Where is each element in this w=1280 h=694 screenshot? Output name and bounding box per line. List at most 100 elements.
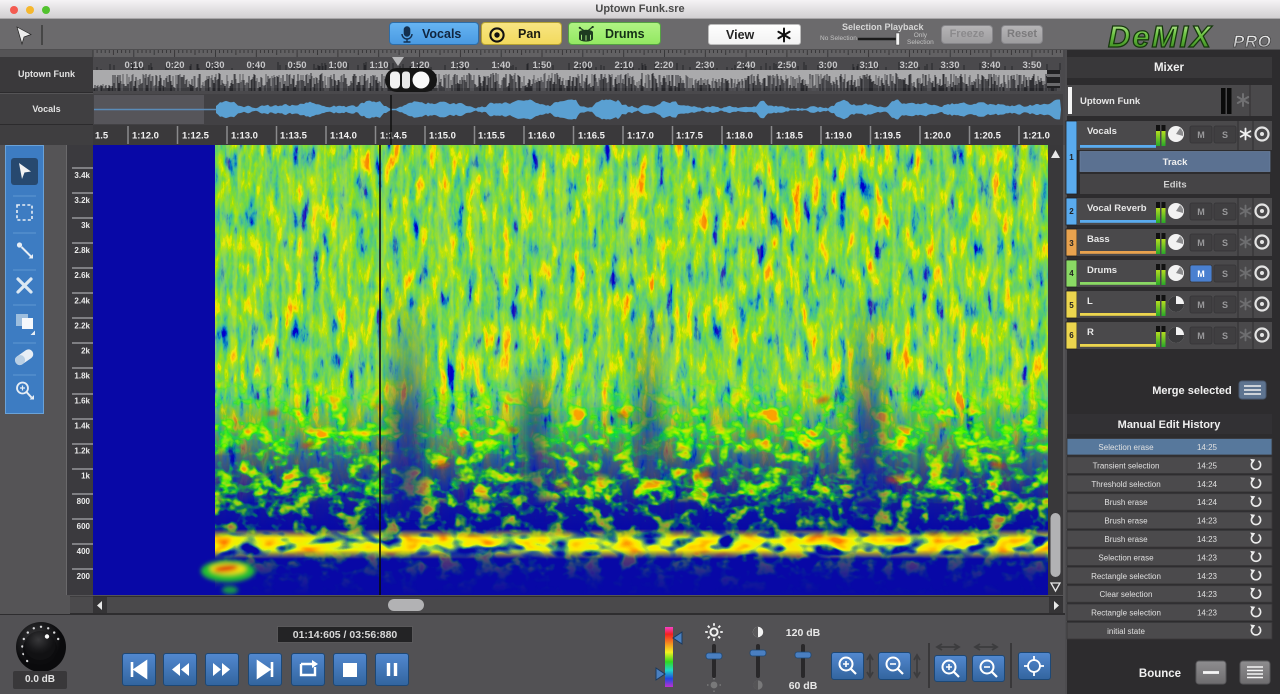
svg-text:1:17.5: 1:17.5	[676, 131, 704, 142]
svg-text:400: 400	[77, 547, 91, 556]
svg-text:3:40: 3:40	[981, 60, 1000, 71]
svg-text:600: 600	[77, 522, 91, 531]
svg-text:1:13.0: 1:13.0	[231, 131, 258, 142]
svg-text:Track: Track	[1163, 157, 1189, 168]
svg-text:14:23: 14:23	[1197, 553, 1218, 562]
svg-text:5: 5	[1069, 301, 1074, 310]
svg-text:14:24: 14:24	[1197, 498, 1218, 507]
svg-text:3:00: 3:00	[818, 60, 837, 71]
svg-text:M: M	[1197, 238, 1205, 248]
svg-text:Selection erase: Selection erase	[1098, 443, 1154, 452]
svg-text:Vocals: Vocals	[1087, 126, 1117, 137]
svg-text:M: M	[1197, 331, 1205, 341]
svg-text:0:20: 0:20	[165, 60, 184, 71]
svg-text:1:20.5: 1:20.5	[974, 131, 1002, 142]
svg-text:3:10: 3:10	[859, 60, 878, 71]
svg-text:2.4k: 2.4k	[74, 296, 90, 305]
svg-text:1.4k: 1.4k	[74, 422, 90, 431]
svg-text:1:10: 1:10	[369, 60, 388, 71]
svg-text:1:15.5: 1:15.5	[478, 131, 506, 142]
svg-text:3:20: 3:20	[899, 60, 918, 71]
svg-text:3.4k: 3.4k	[74, 171, 90, 180]
svg-text:2:50: 2:50	[777, 60, 796, 71]
svg-text:3:50: 3:50	[1022, 60, 1041, 71]
svg-text:1:17.0: 1:17.0	[627, 131, 654, 142]
svg-text:2:00: 2:00	[573, 60, 592, 71]
svg-text:2.8k: 2.8k	[74, 246, 90, 255]
svg-text:14:25: 14:25	[1197, 461, 1218, 470]
svg-text:1.2k: 1.2k	[74, 447, 90, 456]
svg-text:Clear selection: Clear selection	[1100, 590, 1153, 599]
svg-text:1:50: 1:50	[532, 60, 551, 71]
svg-text:L: L	[1087, 296, 1093, 307]
svg-text:60 dB: 60 dB	[789, 680, 818, 692]
svg-text:1:15.0: 1:15.0	[429, 131, 456, 142]
svg-text:initial state: initial state	[1107, 627, 1145, 636]
svg-text:1:13.5: 1:13.5	[280, 131, 308, 142]
svg-text:1:40: 1:40	[491, 60, 510, 71]
svg-text:0:50: 0:50	[287, 60, 306, 71]
svg-text:M: M	[1197, 300, 1205, 310]
svg-text:S: S	[1222, 238, 1228, 248]
svg-text:R: R	[1087, 327, 1094, 338]
svg-text:Brush erase: Brush erase	[1104, 535, 1148, 544]
svg-text:2: 2	[1069, 207, 1074, 216]
svg-text:14:24: 14:24	[1197, 480, 1218, 489]
svg-text:Vocal Reverb: Vocal Reverb	[1087, 203, 1147, 214]
svg-text:14:23: 14:23	[1197, 609, 1218, 618]
svg-text:2:10: 2:10	[614, 60, 633, 71]
svg-text:14:23: 14:23	[1197, 535, 1218, 544]
svg-text:0:30: 0:30	[205, 60, 224, 71]
svg-text:3k: 3k	[81, 221, 90, 230]
svg-text:3: 3	[1069, 239, 1074, 248]
svg-text:1.8k: 1.8k	[74, 372, 90, 381]
svg-text:S: S	[1222, 269, 1228, 279]
svg-text:0:40: 0:40	[246, 60, 265, 71]
svg-text:1: 1	[1069, 153, 1074, 162]
svg-text:Brush erase: Brush erase	[1104, 498, 1148, 507]
svg-text:1:14.5: 1:14.5	[380, 131, 408, 142]
svg-text:2:20: 2:20	[654, 60, 673, 71]
svg-text:DeMIX: DeMIX	[1108, 21, 1213, 51]
svg-text:Uptown Funk: Uptown Funk	[1080, 96, 1141, 107]
svg-text:14:23: 14:23	[1197, 517, 1218, 526]
svg-text:Transient selection: Transient selection	[1093, 461, 1160, 470]
svg-text:1:12.0: 1:12.0	[132, 131, 159, 142]
svg-text:1:12.5: 1:12.5	[182, 131, 210, 142]
svg-text:14:23: 14:23	[1197, 572, 1218, 581]
svg-text:14:23: 14:23	[1197, 590, 1218, 599]
svg-text:800: 800	[77, 497, 91, 506]
svg-text:M: M	[1197, 269, 1205, 279]
svg-text:3:30: 3:30	[940, 60, 959, 71]
svg-text:2.2k: 2.2k	[74, 321, 90, 330]
svg-text:0:10: 0:10	[124, 60, 143, 71]
svg-text:1:16.5: 1:16.5	[578, 131, 606, 142]
svg-text:14:25: 14:25	[1197, 443, 1218, 452]
svg-text:Merge selected: Merge selected	[1152, 385, 1231, 397]
svg-text:Drums: Drums	[1087, 265, 1117, 276]
svg-text:1:20.0: 1:20.0	[924, 131, 951, 142]
svg-text:1:19.0: 1:19.0	[825, 131, 852, 142]
svg-text:Selection erase: Selection erase	[1098, 553, 1154, 562]
svg-text:1:14.0: 1:14.0	[330, 131, 357, 142]
svg-text:Edits: Edits	[1163, 180, 1186, 191]
svg-text:Brush erase: Brush erase	[1104, 517, 1148, 526]
svg-text:Rectangle selection: Rectangle selection	[1091, 572, 1161, 581]
svg-text:1k: 1k	[81, 472, 90, 481]
svg-text:1:18.5: 1:18.5	[776, 131, 804, 142]
svg-text:Threshold selection: Threshold selection	[1091, 480, 1160, 489]
svg-text:1.6k: 1.6k	[74, 397, 90, 406]
svg-text:1:19.5: 1:19.5	[874, 131, 902, 142]
svg-text:M: M	[1197, 130, 1205, 140]
svg-text:2.6k: 2.6k	[74, 271, 90, 280]
svg-text:S: S	[1222, 300, 1228, 310]
svg-text:M: M	[1197, 207, 1205, 217]
svg-text:Bounce: Bounce	[1139, 668, 1181, 680]
svg-text:S: S	[1222, 207, 1228, 217]
svg-text:Rectangle selection: Rectangle selection	[1091, 609, 1161, 618]
svg-text:Bass: Bass	[1087, 234, 1110, 245]
svg-text:2:40: 2:40	[736, 60, 755, 71]
svg-text:PRO: PRO	[1233, 32, 1271, 51]
svg-text:4: 4	[1069, 269, 1074, 278]
svg-text:1:18.0: 1:18.0	[726, 131, 753, 142]
